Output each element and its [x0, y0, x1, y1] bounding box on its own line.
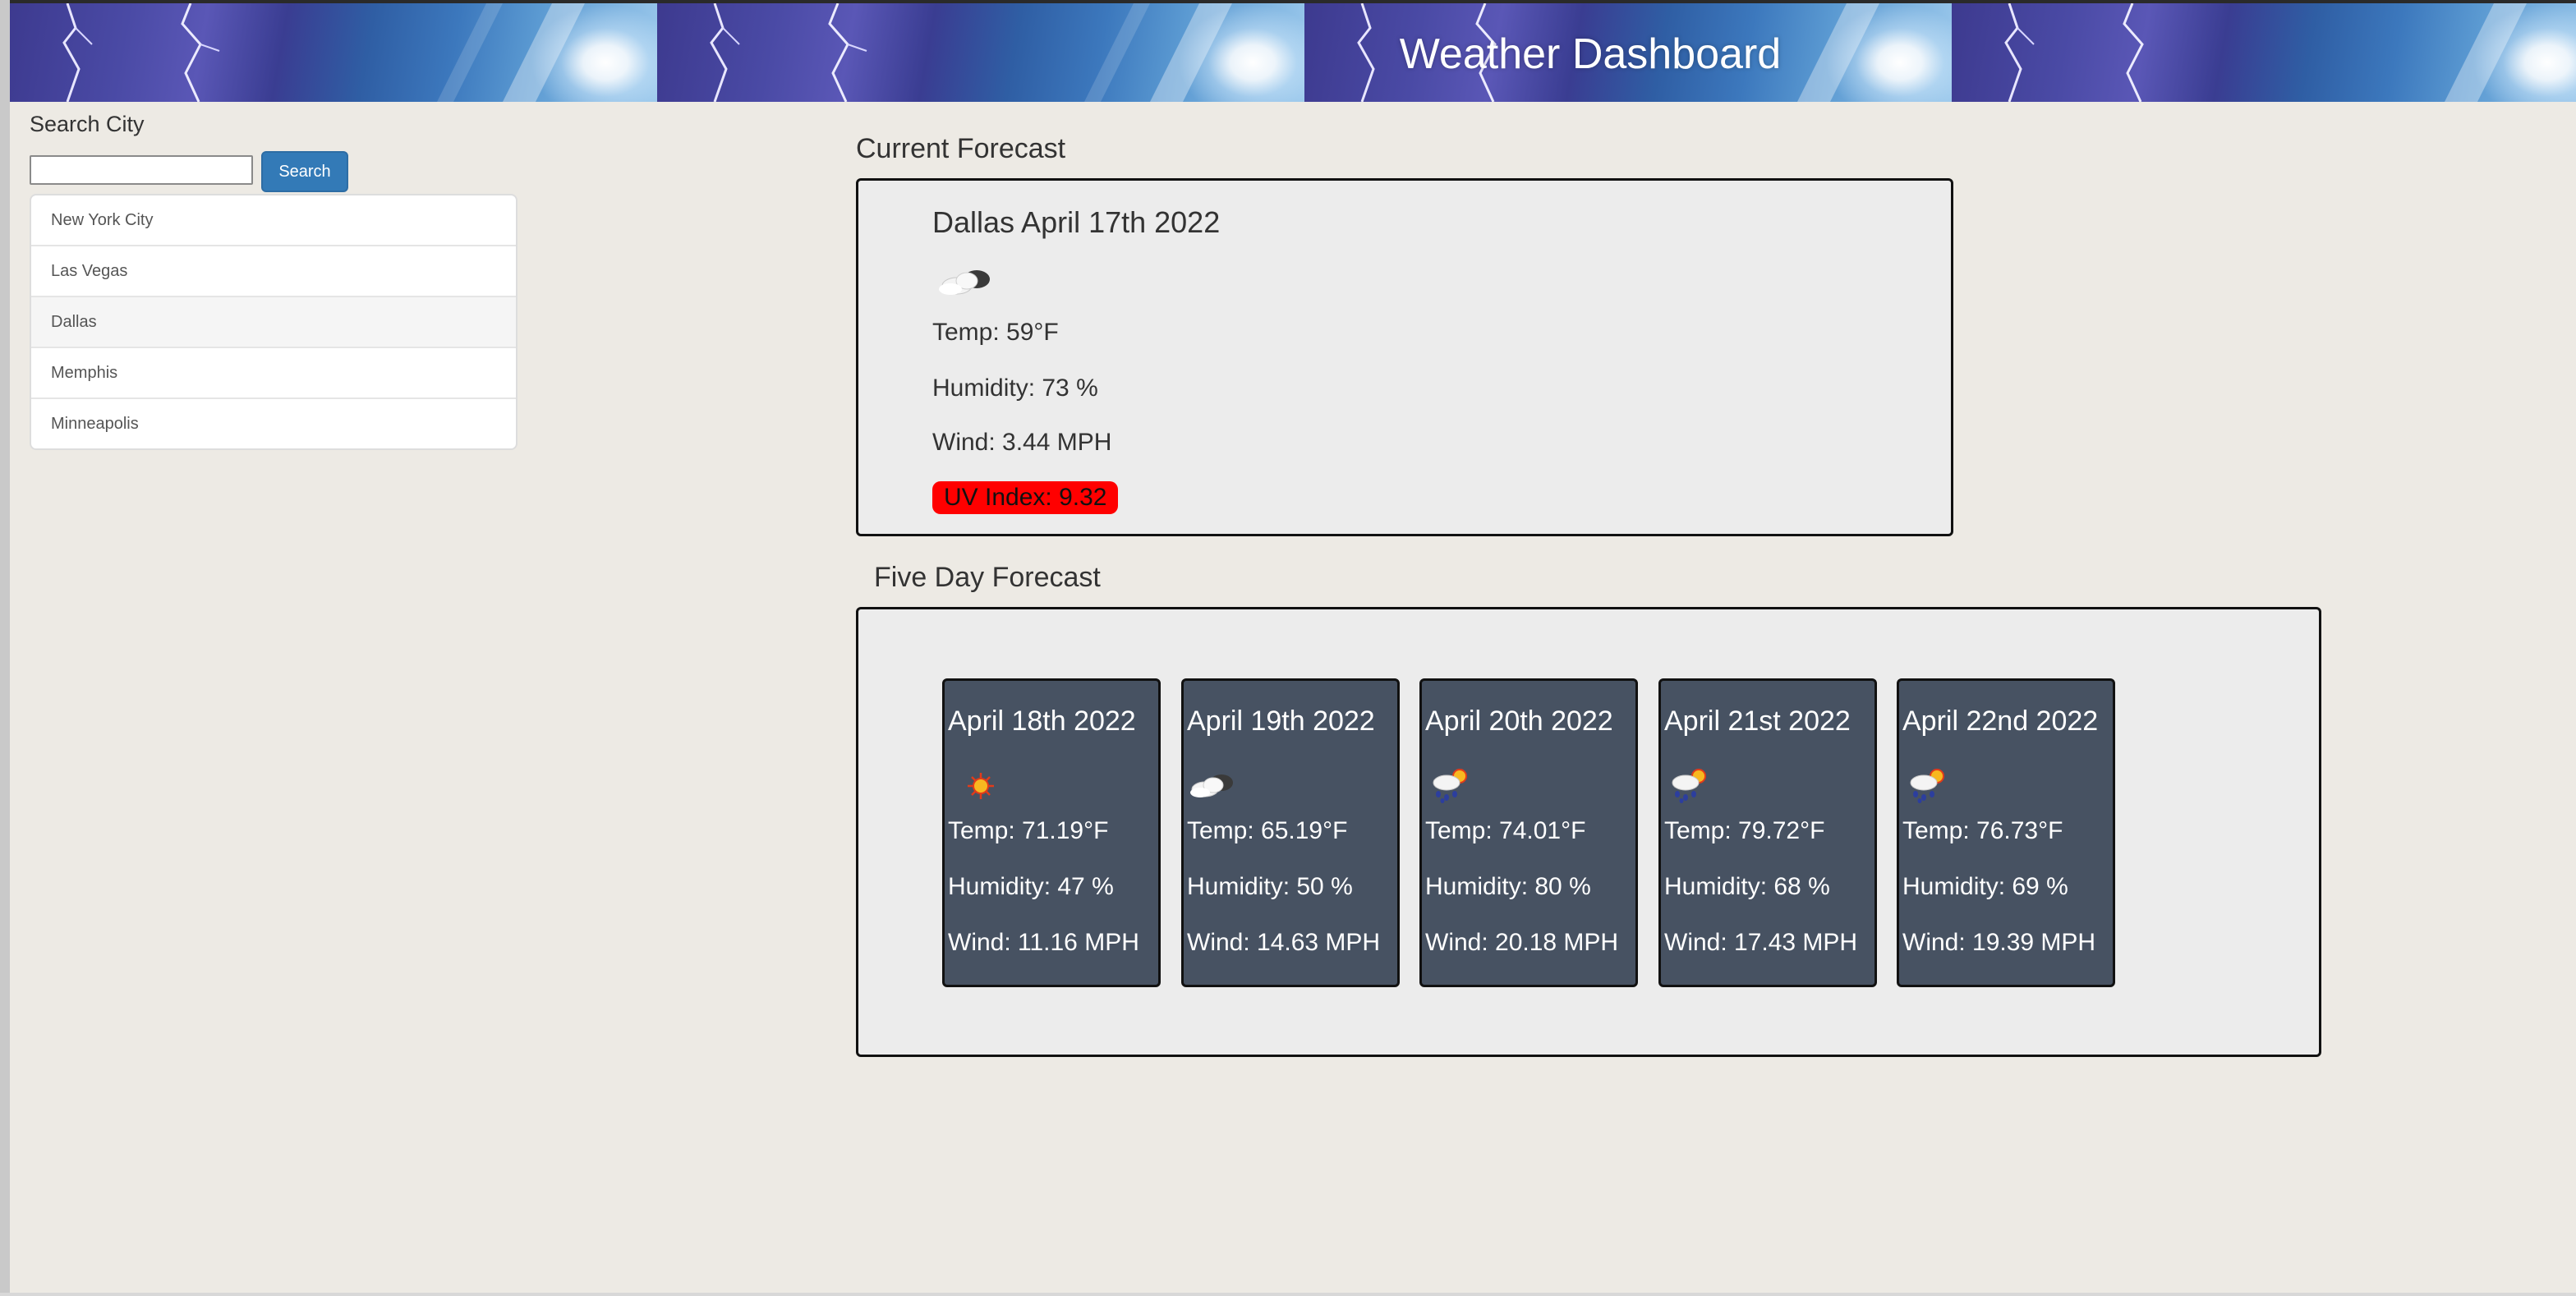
current-city-date: Dallas April 17th 2022 — [932, 205, 1221, 239]
banner-image — [657, 3, 1304, 102]
city-item-minneapolis[interactable]: Minneapolis — [31, 399, 516, 448]
forecast-wind: Wind: 14.63 MPH — [1187, 929, 1381, 956]
forecast-humidity: Humidity: 80 % — [1425, 873, 1591, 900]
forecast-day-card: April 21st 2022 Temp: 79.72°F Humidity: … — [1658, 678, 1877, 987]
cloud-partly-cloudy-icon — [934, 260, 1000, 301]
current-forecast-card: Dallas April 17th 2022 Temp: 59°F Humidi… — [856, 178, 1953, 536]
forecast-day-card: April 20th 2022 Temp: 74.01°F Humidity: … — [1419, 678, 1638, 987]
city-item-memphis[interactable]: Memphis — [31, 348, 516, 399]
city-item-las-vegas[interactable]: Las Vegas — [31, 246, 516, 297]
forecast-date: April 21st 2022 — [1664, 705, 1851, 737]
city-item-new-york-city[interactable]: New York City — [31, 195, 516, 246]
forecast-temp: Temp: 74.01°F — [1425, 817, 1586, 844]
five-day-forecast-panel: April 18th 2022 Temp: 71.19°F Humidity: … — [856, 607, 2321, 1057]
banner-image — [1952, 3, 2576, 102]
search-input[interactable] — [30, 155, 253, 185]
window-left-edge — [0, 0, 10, 1296]
forecast-day-card: April 19th 2022 Temp: 65.19°F Humidity: … — [1181, 678, 1400, 987]
forecast-temp: Temp: 65.19°F — [1187, 817, 1348, 844]
rain-sun-icon — [1904, 763, 1953, 804]
forecast-date: April 18th 2022 — [948, 705, 1136, 737]
page: Weather Dashboard Search City Search New… — [0, 0, 2576, 1296]
forecast-humidity: Humidity: 50 % — [1187, 873, 1353, 900]
forecast-wind: Wind: 19.39 MPH — [1902, 929, 2096, 956]
cloud-partly-cloudy-icon — [1189, 763, 1238, 804]
search-button[interactable]: Search — [261, 151, 348, 192]
forecast-humidity: Humidity: 69 % — [1902, 873, 2068, 900]
forecast-wind: Wind: 11.16 MPH — [948, 929, 1139, 956]
search-label: Search City — [30, 112, 145, 136]
forecast-humidity: Humidity: 47 % — [948, 873, 1114, 900]
city-item-dallas[interactable]: Dallas — [31, 297, 516, 348]
forecast-temp: Temp: 71.19°F — [948, 817, 1109, 844]
forecast-date: April 19th 2022 — [1187, 705, 1375, 737]
forecast-wind: Wind: 20.18 MPH — [1425, 929, 1619, 956]
forecast-date: April 22nd 2022 — [1902, 705, 2099, 737]
five-day-forecast-heading: Five Day Forecast — [874, 562, 1101, 593]
rain-sun-icon — [1666, 763, 1715, 804]
sun-icon — [950, 763, 999, 804]
forecast-day-card: April 18th 2022 Temp: 71.19°F Humidity: … — [942, 678, 1161, 987]
forecast-date: April 20th 2022 — [1425, 705, 1613, 737]
current-forecast-heading: Current Forecast — [856, 133, 1066, 164]
forecast-wind: Wind: 17.43 MPH — [1664, 929, 1858, 956]
forecast-temp: Temp: 79.72°F — [1664, 817, 1825, 844]
banner-image — [10, 3, 657, 102]
uv-index-badge: UV Index: 9.32 — [932, 481, 1119, 514]
current-wind: Wind: 3.44 MPH — [932, 429, 1112, 456]
forecast-humidity: Humidity: 68 % — [1664, 873, 1830, 900]
current-temp: Temp: 59°F — [932, 319, 1059, 346]
header-banner — [10, 3, 2576, 102]
window-bottom-edge — [0, 1293, 2576, 1296]
forecast-day-card: April 22nd 2022 Temp: 76.73°F Humidity: … — [1897, 678, 2115, 987]
forecast-temp: Temp: 76.73°F — [1902, 817, 2063, 844]
rain-sun-icon — [1427, 763, 1476, 804]
current-humidity: Humidity: 73 % — [932, 375, 1098, 402]
city-history-list: New York City Las Vegas Dallas Memphis M… — [30, 194, 518, 450]
page-title: Weather Dashboard — [1399, 30, 1782, 78]
